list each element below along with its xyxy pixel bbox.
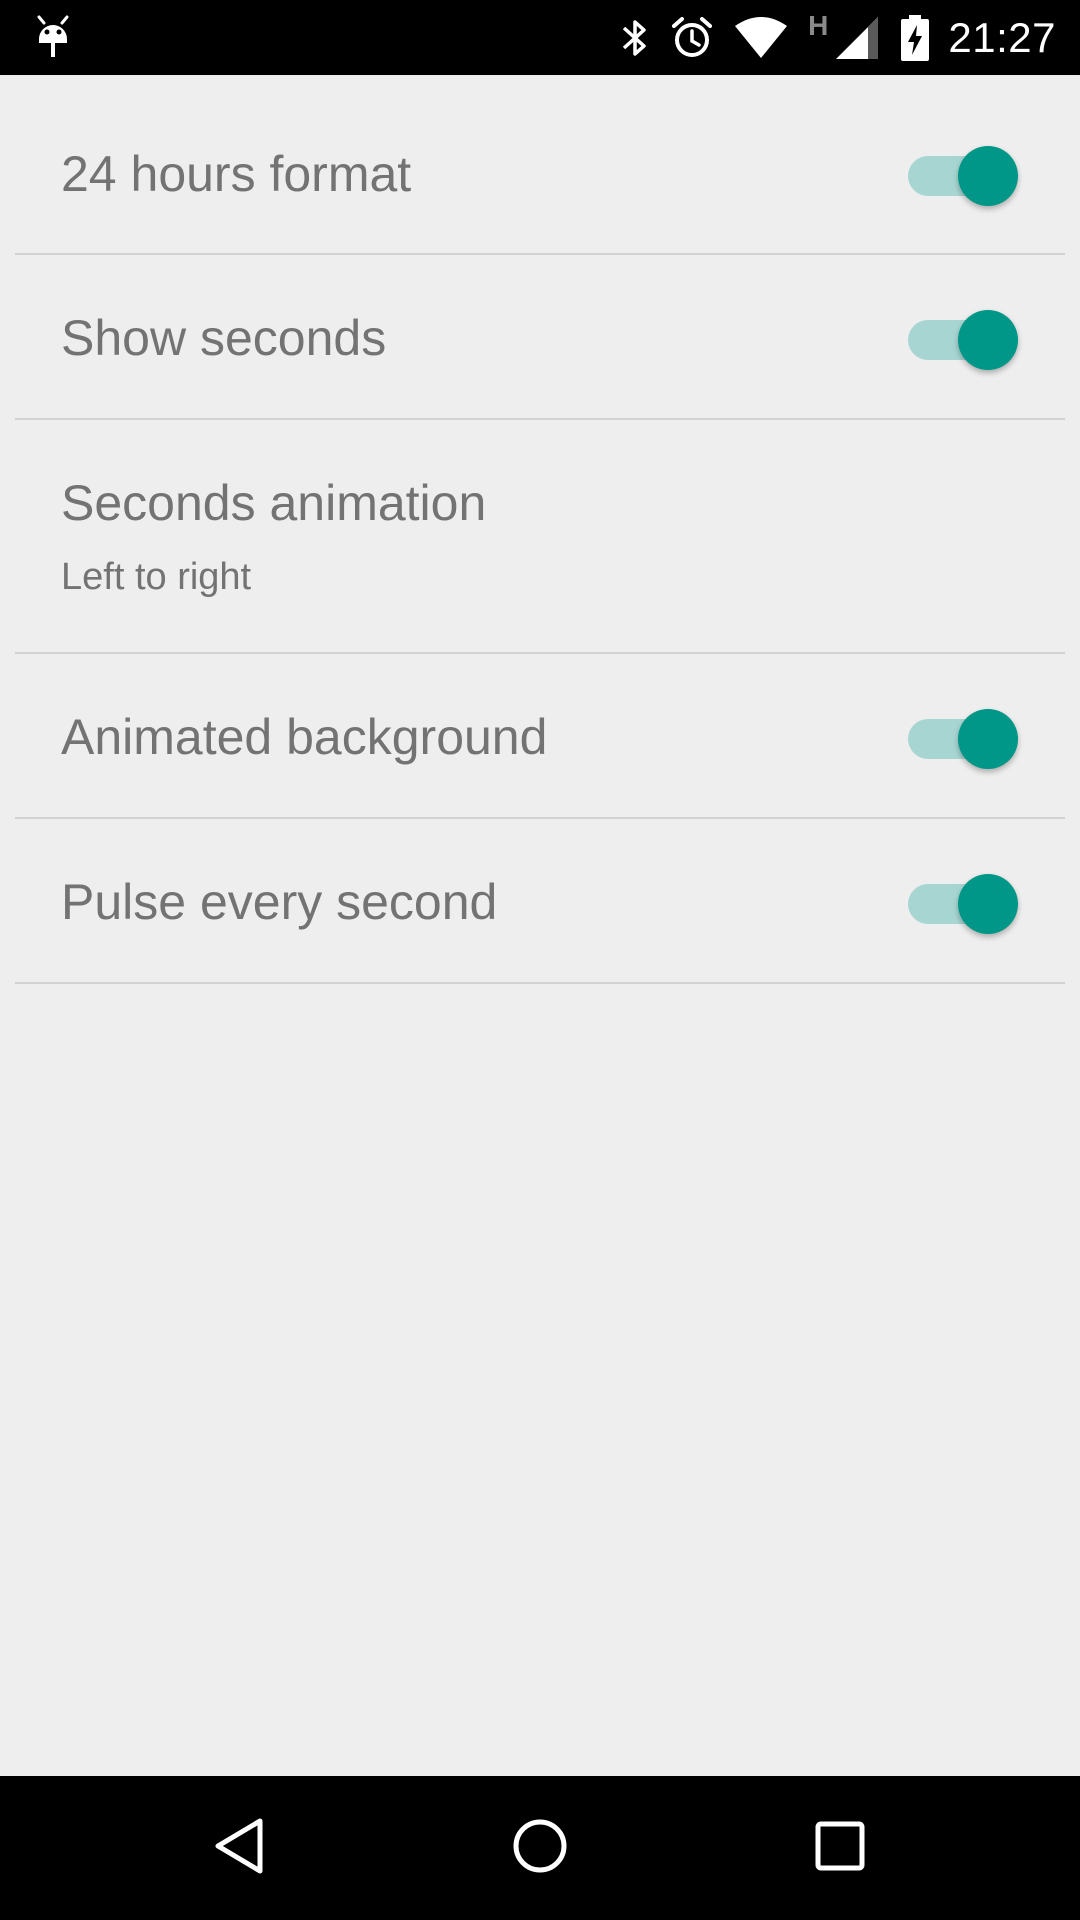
home-icon [512, 1818, 568, 1879]
setting-title: 24 hours format [61, 146, 412, 202]
setting-title: Seconds animation [61, 475, 487, 531]
setting-title: Animated background [61, 709, 548, 765]
setting-show-seconds[interactable]: Show seconds [15, 255, 1065, 420]
switch-thumb [958, 310, 1018, 370]
setting-title: Pulse every second [61, 874, 498, 930]
setting-seconds-animation[interactable]: Seconds animation Left to right [15, 420, 1065, 654]
toggle-switch-pulse-every-second[interactable] [908, 864, 1018, 934]
home-button[interactable] [460, 1776, 620, 1920]
clock-time: 21:27 [948, 13, 1056, 61]
settings-list: 24 hours format Show seconds Seconds ani… [0, 75, 1080, 1776]
switch-thumb [958, 874, 1018, 934]
network-type-icon: H [808, 10, 828, 42]
signal-icon [834, 15, 880, 61]
setting-24-hours-format[interactable]: 24 hours format [15, 75, 1065, 255]
recents-button[interactable] [760, 1776, 920, 1920]
wifi-icon [734, 16, 788, 60]
alarm-icon [670, 16, 714, 60]
toggle-switch-show-seconds[interactable] [908, 300, 1018, 370]
toggle-switch-24-hours-format[interactable] [908, 136, 1018, 206]
navigation-bar [0, 1776, 1080, 1920]
battery-charging-icon [900, 14, 930, 61]
toggle-switch-animated-background[interactable] [908, 699, 1018, 769]
setting-pulse-every-second[interactable]: Pulse every second [15, 819, 1065, 984]
switch-thumb [958, 146, 1018, 206]
setting-title: Show seconds [61, 310, 387, 366]
back-button[interactable] [160, 1776, 320, 1920]
status-bar: H 21:27 [0, 0, 1080, 75]
setting-summary: Left to right [61, 556, 252, 598]
switch-thumb [958, 709, 1018, 769]
android-debug-icon [36, 13, 70, 66]
back-icon [212, 1816, 268, 1881]
network-type-label: H [808, 10, 829, 41]
bluetooth-icon [620, 16, 650, 60]
setting-animated-background[interactable]: Animated background [15, 654, 1065, 819]
recents-icon [814, 1820, 866, 1877]
